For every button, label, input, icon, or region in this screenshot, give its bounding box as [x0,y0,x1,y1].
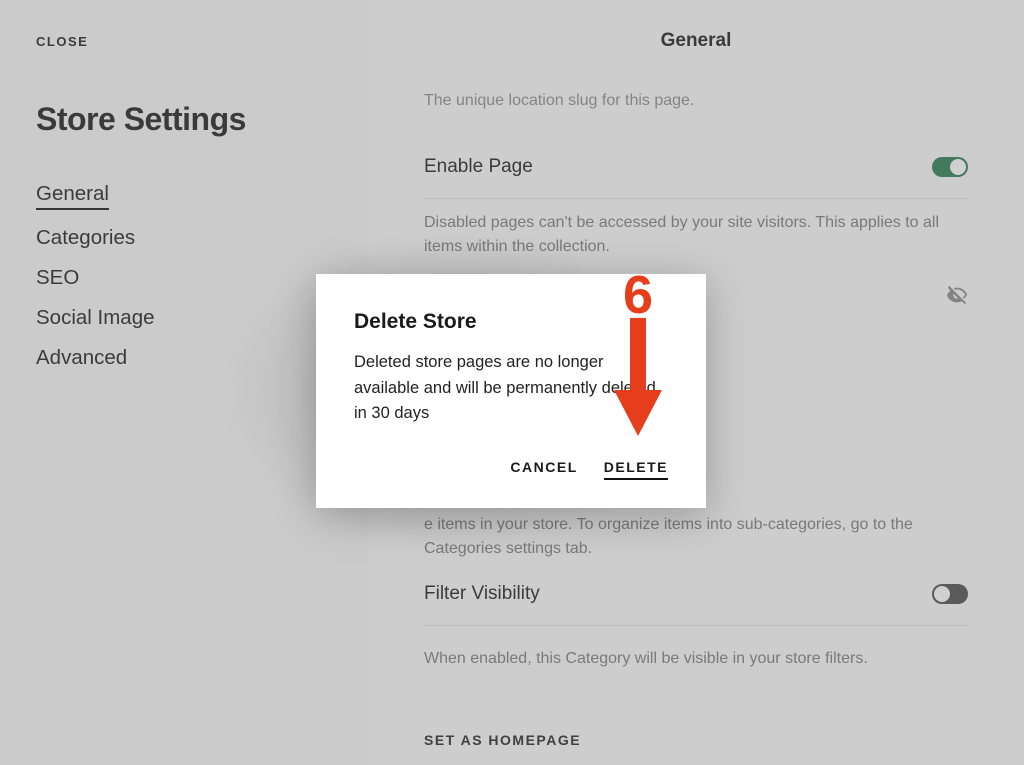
modal-title: Delete Store [354,310,668,334]
sidebar-item-social-image[interactable]: Social Image [36,306,332,330]
page-title: Store Settings [36,101,332,138]
sidebar: CLOSE Store Settings General Categories … [0,0,368,765]
sidebar-item-advanced[interactable]: Advanced [36,346,332,370]
sidebar-item-general[interactable]: General [36,182,109,210]
enable-page-label: Enable Page [424,156,533,178]
close-button[interactable]: CLOSE [36,34,332,49]
enable-page-toggle[interactable] [932,157,968,177]
delete-store-modal: Delete Store Deleted store pages are no … [316,274,706,508]
filter-visibility-help: When enabled, this Category will be visi… [424,650,968,668]
set-as-homepage-button[interactable]: SET AS HOMEPAGE [424,732,968,748]
sidebar-item-categories[interactable]: Categories [36,226,332,250]
divider [424,198,968,199]
filter-visibility-label: Filter Visibility [424,583,540,605]
delete-confirm-button[interactable]: DELETE [604,459,668,480]
visibility-off-icon[interactable] [946,284,968,311]
cancel-button[interactable]: CANCEL [510,459,577,480]
divider [424,625,968,626]
modal-body-text: Deleted store pages are no longer availa… [354,350,668,427]
modal-actions: CANCEL DELETE [354,459,668,480]
sidebar-item-seo[interactable]: SEO [36,266,332,290]
categories-help-text: e items in your store. To organize items… [424,513,968,561]
slug-hint-text: The unique location slug for this page. [424,92,968,110]
sidebar-nav: General Categories SEO Social Image Adva… [36,182,332,370]
enable-page-help: Disabled pages can't be accessed by your… [424,211,968,259]
filter-visibility-toggle[interactable] [932,584,968,604]
main-header-title: General [424,0,968,52]
